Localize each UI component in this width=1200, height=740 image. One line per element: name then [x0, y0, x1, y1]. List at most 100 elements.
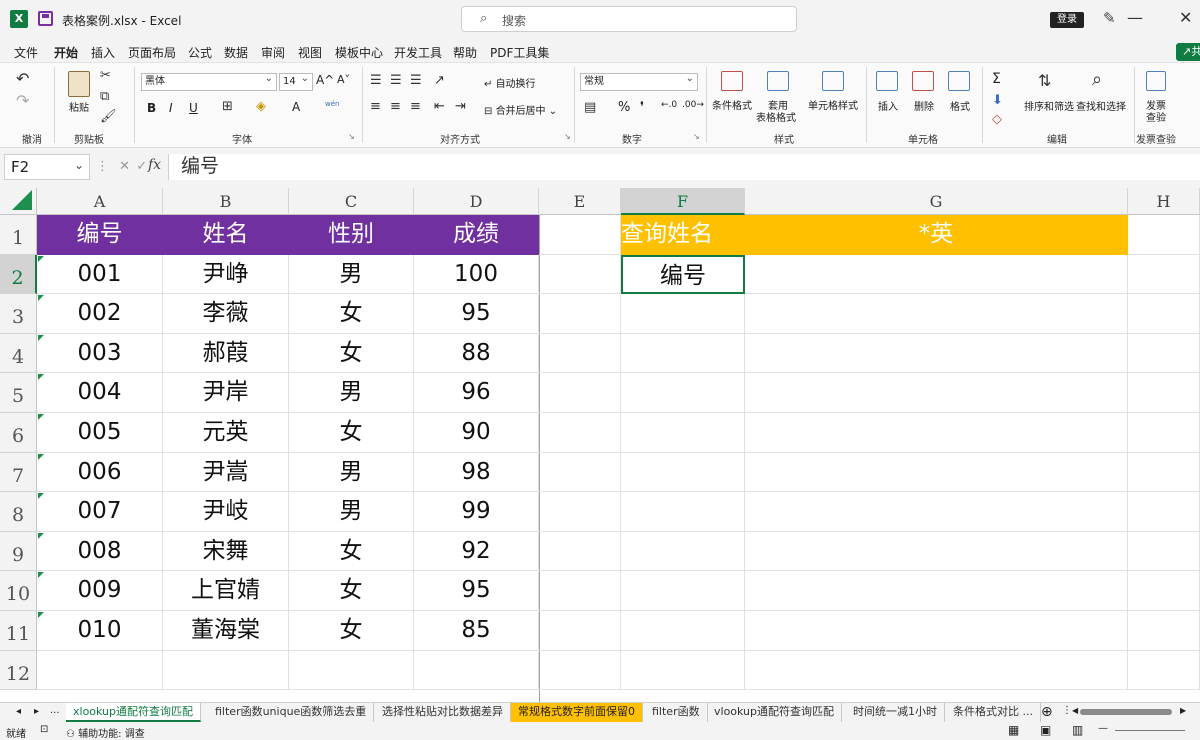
horizontal-scrollbar[interactable]	[1080, 709, 1172, 715]
number-stored-as-text-indicator[interactable]	[38, 255, 44, 262]
empty-cell[interactable]	[1128, 294, 1200, 334]
empty-cell[interactable]	[1128, 650, 1200, 691]
empty-cell[interactable]	[539, 294, 621, 334]
sort-filter-button[interactable]: 排序和筛选	[1024, 98, 1074, 113]
empty-cell[interactable]	[621, 373, 745, 413]
cell-styles-icon[interactable]	[822, 71, 844, 91]
border-icon[interactable]: ⊞	[222, 99, 233, 114]
save-icon[interactable]	[38, 11, 53, 26]
empty-cell[interactable]	[1128, 531, 1200, 572]
table-cell[interactable]: 郝葭	[163, 333, 289, 374]
zoom-out-icon[interactable]: —	[1098, 723, 1108, 734]
table-header-cell[interactable]: 性别	[289, 215, 414, 255]
sheet-tab[interactable]: 条件格式对比 ...	[946, 703, 1041, 722]
number-stored-as-text-indicator[interactable]	[38, 532, 44, 539]
column-header-e[interactable]: E	[539, 188, 621, 215]
empty-cell[interactable]	[539, 492, 621, 532]
format-cells-icon[interactable]	[948, 71, 970, 91]
tab-more-button[interactable]: ...	[50, 705, 60, 716]
align-top-icon[interactable]: ☰	[370, 73, 382, 88]
paste-icon[interactable]	[68, 71, 90, 97]
close-icon[interactable]: ✕	[1179, 8, 1192, 27]
empty-cell[interactable]	[621, 452, 745, 493]
table-cell[interactable]: 92	[414, 531, 539, 572]
tab-next-icon[interactable]: ▸	[34, 706, 39, 717]
scroll-right-icon[interactable]: ▶	[1180, 706, 1186, 715]
table-cell[interactable]: 李薇	[163, 294, 289, 334]
font-dialog-launcher-icon[interactable]: ↘	[348, 132, 355, 141]
empty-cell[interactable]	[621, 294, 745, 334]
empty-cell[interactable]	[539, 452, 621, 493]
table-cell[interactable]: 003	[37, 333, 163, 374]
row-header-1[interactable]: 1	[0, 215, 37, 255]
increase-indent-icon[interactable]: ⇥	[455, 99, 466, 114]
number-stored-as-text-indicator[interactable]	[38, 295, 44, 302]
sheet-tab[interactable]: filter函数unique函数筛选去重	[208, 703, 375, 722]
name-box[interactable]: F2	[4, 153, 90, 180]
table-cell[interactable]: 006	[37, 452, 163, 493]
query-label-cell[interactable]: 查询姓名	[621, 215, 745, 255]
row-header-6[interactable]: 6	[0, 413, 37, 453]
table-cell[interactable]: 男	[289, 452, 414, 493]
comma-button[interactable]: ❜	[640, 100, 644, 115]
confirm-icon[interactable]: ✓	[136, 159, 147, 174]
menu-home[interactable]: 开始	[54, 44, 79, 65]
empty-cell[interactable]	[1128, 492, 1200, 532]
column-header-h[interactable]: H	[1128, 188, 1200, 215]
table-cell[interactable]: 004	[37, 373, 163, 413]
sheet-tab[interactable]: vlookup通配符查询匹配	[707, 703, 843, 722]
delete-cells-button[interactable]: 删除	[914, 98, 934, 113]
table-cell[interactable]: 尹峥	[163, 254, 289, 295]
copy-icon[interactable]: ⧉	[100, 89, 109, 104]
empty-cell[interactable]	[539, 571, 621, 611]
empty-cell[interactable]	[289, 650, 414, 691]
empty-cell[interactable]	[539, 333, 621, 374]
minimize-icon[interactable]: —	[1127, 8, 1143, 27]
number-dialog-launcher-icon[interactable]: ↘	[693, 132, 700, 141]
share-button[interactable]: ↗共	[1176, 43, 1200, 61]
redo-icon[interactable]: ↷	[16, 91, 29, 110]
merge-center-button[interactable]: ⊟ 合并后居中 ⌄	[484, 102, 557, 117]
menu-developer[interactable]: 开发工具	[394, 44, 442, 61]
table-header-cell[interactable]: 编号	[37, 215, 163, 255]
table-cell[interactable]: 99	[414, 492, 539, 532]
table-cell[interactable]: 男	[289, 254, 414, 295]
empty-cell[interactable]	[621, 492, 745, 532]
empty-cell[interactable]	[745, 611, 1128, 651]
empty-cell[interactable]	[1128, 215, 1200, 255]
table-cell[interactable]: 95	[414, 294, 539, 334]
delete-cells-icon[interactable]	[912, 71, 934, 91]
row-header-7[interactable]: 7	[0, 452, 37, 493]
page-break-view-icon[interactable]: ▥	[1072, 723, 1083, 737]
row-header-9[interactable]: 9	[0, 531, 37, 572]
table-cell[interactable]: 100	[414, 254, 539, 295]
insert-cells-button[interactable]: 插入	[878, 98, 898, 113]
row-header-10[interactable]: 10	[0, 571, 37, 611]
menu-help[interactable]: 帮助	[453, 44, 477, 61]
normal-view-icon[interactable]: ▦	[1008, 723, 1019, 737]
empty-cell[interactable]	[745, 492, 1128, 532]
row-header-2[interactable]: 2	[0, 254, 37, 295]
menu-review[interactable]: 审阅	[261, 44, 285, 61]
empty-cell[interactable]	[1128, 333, 1200, 374]
table-cell[interactable]: 85	[414, 611, 539, 651]
table-cell[interactable]: 001	[37, 254, 163, 295]
number-stored-as-text-indicator[interactable]	[38, 374, 44, 381]
table-cell[interactable]: 009	[37, 571, 163, 611]
number-stored-as-text-indicator[interactable]	[38, 453, 44, 460]
decrease-decimal-icon[interactable]: .00→	[682, 100, 704, 110]
menu-insert[interactable]: 插入	[91, 44, 115, 61]
align-center-icon[interactable]: ≡	[390, 99, 401, 114]
login-button[interactable]: 登录	[1050, 12, 1084, 28]
empty-cell[interactable]	[745, 333, 1128, 374]
find-select-icon[interactable]: ⌕	[1092, 69, 1102, 90]
select-all-button[interactable]	[0, 188, 37, 215]
row-header-3[interactable]: 3	[0, 294, 37, 334]
empty-cell[interactable]	[539, 373, 621, 413]
empty-cell[interactable]	[414, 650, 539, 691]
add-sheet-button[interactable]: ⊕	[1041, 704, 1053, 720]
empty-cell[interactable]	[621, 611, 745, 651]
row-header-5[interactable]: 5	[0, 373, 37, 413]
empty-cell[interactable]	[539, 215, 621, 255]
table-cell[interactable]: 上官婧	[163, 571, 289, 611]
